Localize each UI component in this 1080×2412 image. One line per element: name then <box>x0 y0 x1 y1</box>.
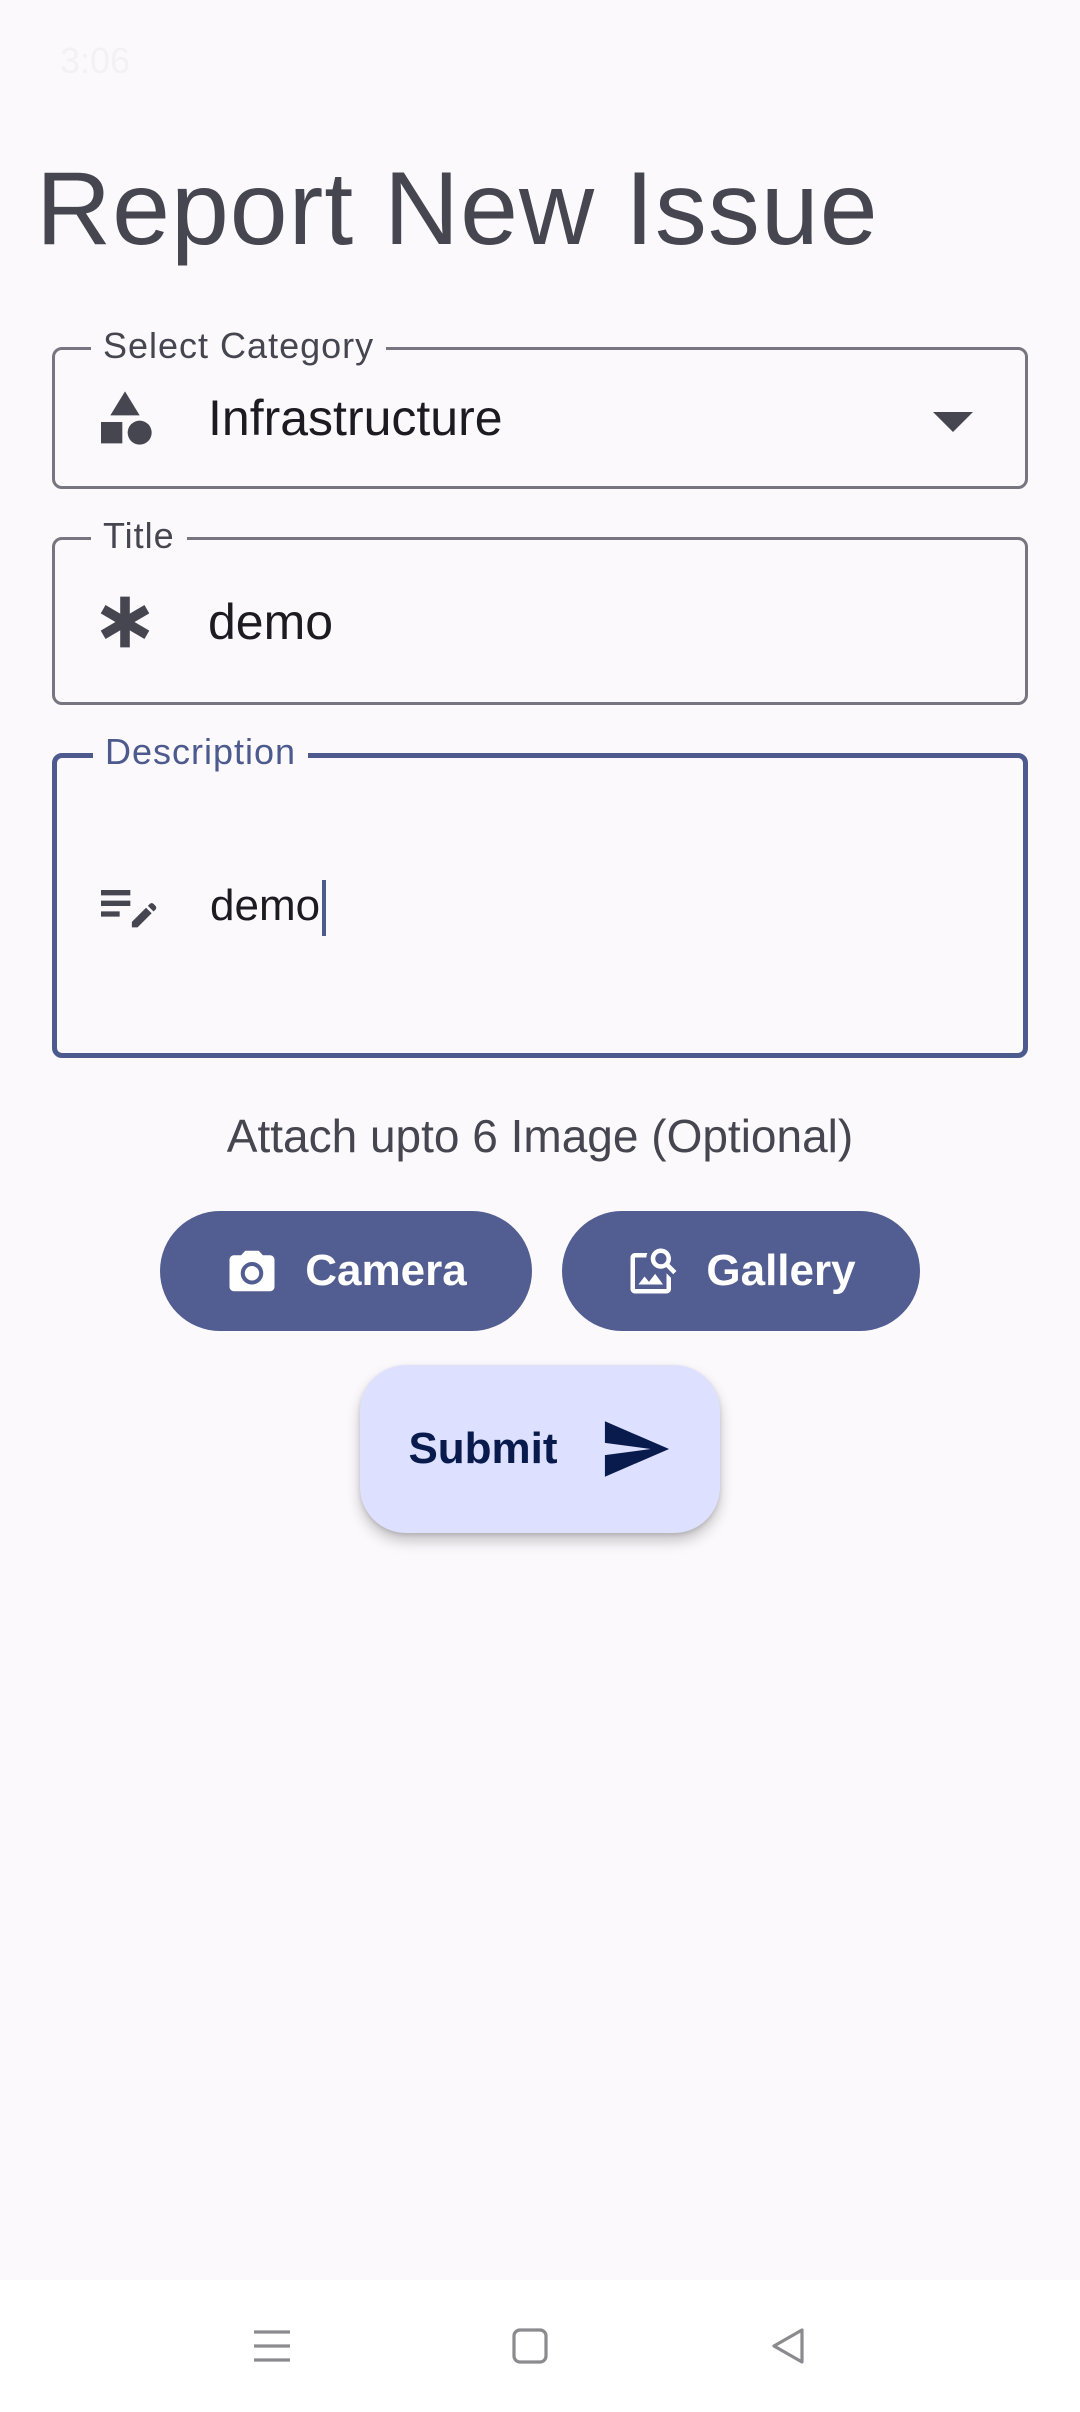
dropdown-arrow-icon <box>933 412 973 432</box>
back-triangle-icon[interactable] <box>764 2322 812 2370</box>
category-icon <box>101 391 152 445</box>
text-caret <box>322 880 327 937</box>
title-label: Title <box>91 514 187 558</box>
description-text: demo <box>210 881 321 930</box>
image-search-icon <box>630 1248 677 1294</box>
camera-icon <box>229 1250 275 1292</box>
submit-label: Submit <box>408 1424 558 1473</box>
gallery-button[interactable]: Gallery <box>562 1211 920 1331</box>
submit-button[interactable]: Submit <box>360 1365 720 1533</box>
status-time: 3:06 <box>60 40 131 81</box>
category-label: Select Category <box>91 324 387 368</box>
category-value: Infrastructure <box>208 390 503 446</box>
camera-label: Camera <box>305 1246 467 1295</box>
camera-button[interactable]: Camera <box>160 1211 532 1331</box>
system-nav-bar <box>0 2280 1080 2412</box>
attach-images-label: Attach upto 6 Image (Optional) <box>226 1110 854 1162</box>
description-label: Description <box>93 730 309 774</box>
category-dropdown[interactable]: Select Category Infrastructure <box>52 324 1028 489</box>
page-title: Report New Issue <box>36 151 879 267</box>
send-icon <box>604 1421 669 1477</box>
title-value: demo <box>208 594 334 650</box>
description-field[interactable]: Description demo <box>52 730 1028 1058</box>
title-field[interactable]: Title demo <box>52 514 1028 705</box>
status-bar: 3:06 <box>0 0 1080 120</box>
menu-icon[interactable] <box>248 2322 296 2370</box>
asterisk-icon <box>100 596 150 648</box>
edit-note-icon <box>101 890 157 928</box>
home-square-icon[interactable] <box>506 2322 554 2370</box>
description-value: demo <box>210 876 327 937</box>
gallery-label: Gallery <box>706 1246 856 1295</box>
